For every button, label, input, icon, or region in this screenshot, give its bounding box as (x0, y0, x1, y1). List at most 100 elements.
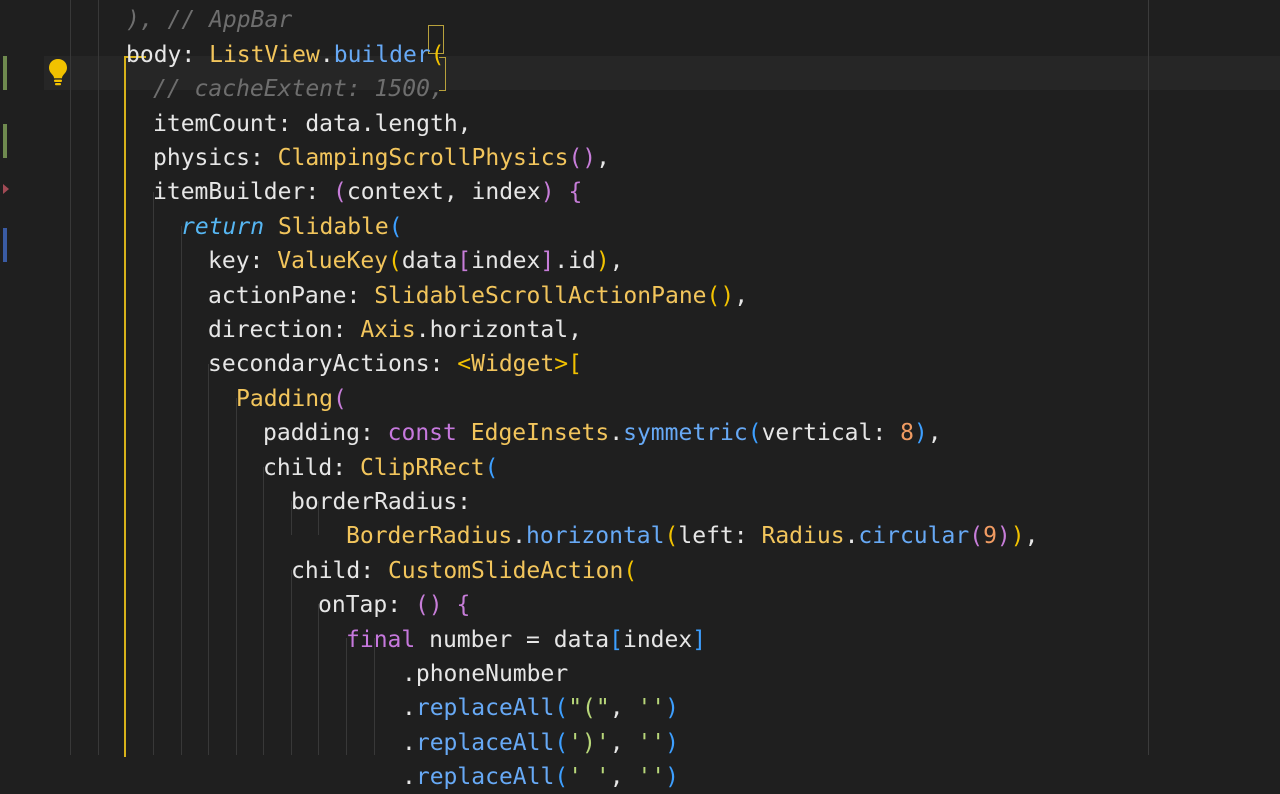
code-token: builder (333, 41, 431, 68)
git-added-marker[interactable] (3, 228, 7, 262)
code-token: symmetric (623, 420, 748, 447)
code-token: actionPane (208, 282, 347, 309)
code-line[interactable]: itemBuilder: (context, index) { (153, 175, 582, 209)
code-token: EdgeInsets (470, 420, 610, 447)
code-token: : (387, 592, 415, 619)
code-token: , (609, 729, 638, 756)
indent-guide (236, 398, 237, 755)
code-token: ( (430, 41, 445, 68)
code-token: ( (333, 179, 347, 206)
code-token: Widget (471, 351, 555, 378)
indent-guide (291, 570, 292, 755)
lightbulb-icon[interactable] (48, 58, 68, 86)
code-line[interactable]: key: ValueKey(data[index].id), (208, 244, 624, 278)
code-token: ] (540, 248, 555, 275)
code-line[interactable]: // cacheExtent: 1500, (153, 72, 444, 106)
code-line[interactable]: return Slidable( (181, 210, 403, 244)
indent-guide (70, 0, 71, 755)
indent-guide (318, 604, 319, 755)
code-token: borderRadius (291, 489, 458, 515)
code-token: ')' (568, 729, 610, 756)
code-token: ) (913, 420, 928, 447)
code-token: Slidable (277, 213, 389, 240)
code-token: : (277, 110, 306, 137)
code-token: Padding (236, 385, 333, 412)
git-modified-marker[interactable] (3, 56, 7, 90)
code-token: , (609, 695, 638, 722)
code-token: : (429, 351, 458, 378)
code-line[interactable]: Padding( (236, 382, 347, 416)
code-token: : (332, 317, 361, 343)
code-line[interactable]: .replaceAll(' ', '') (402, 760, 679, 794)
code-token: ( (554, 764, 569, 791)
code-line[interactable]: physics: ClampingScrollPhysics(), (153, 141, 610, 175)
git-deleted-marker[interactable] (3, 184, 9, 194)
code-token: vertical (761, 420, 873, 447)
code-token: horizontal (429, 317, 569, 343)
code-token: : (457, 489, 472, 515)
code-token: : (305, 179, 334, 206)
code-token: left (678, 523, 734, 550)
code-token: { (456, 592, 471, 619)
code-token: return (181, 213, 265, 240)
code-token: ValueKey (277, 248, 389, 275)
code-line[interactable]: .replaceAll("(", '') (402, 691, 679, 725)
code-token: horizontal (526, 523, 665, 550)
code-token: ( (484, 454, 499, 481)
code-token: physics (153, 145, 250, 171)
code-line[interactable]: final number = data[index] (346, 623, 706, 657)
code-line[interactable]: ), // AppBar (126, 3, 292, 37)
code-editor[interactable]: ), // AppBar body: ListView.builder( // ca… (0, 0, 1280, 790)
code-line[interactable]: padding: const EdgeInsets.symmetric(vert… (263, 416, 942, 450)
code-token: : (872, 420, 901, 447)
code-token: padding (263, 420, 360, 447)
code-token: // cacheExtent: 1500, (153, 76, 444, 103)
code-token: . (360, 110, 375, 137)
code-token: data (305, 110, 361, 137)
code-token: onTap (318, 592, 388, 619)
code-token: , (457, 110, 472, 137)
code-token: replaceAll (415, 764, 555, 791)
code-token: ( (388, 213, 403, 240)
code-token: . (402, 661, 416, 687)
code-token: '' (637, 695, 666, 722)
code-line[interactable]: body: ListView.builder( (126, 38, 445, 72)
code-token: . (512, 523, 527, 550)
code-token: . (402, 729, 416, 756)
code-line[interactable]: borderRadius: (291, 485, 471, 519)
editor-gutter (0, 0, 44, 755)
code-token: : (360, 557, 388, 584)
code-token: child (263, 454, 333, 481)
code-token: direction (208, 317, 333, 343)
code-line[interactable]: itemCount: data.length, (153, 107, 472, 141)
code-token: Radius (761, 523, 845, 550)
code-token: < (457, 351, 472, 378)
code-line[interactable]: .phoneNumber (402, 657, 568, 691)
code-token: : (346, 282, 375, 309)
code-token: BorderRadius (346, 523, 513, 550)
code-token: key (208, 248, 250, 275)
code-token: , (609, 764, 638, 791)
code-line[interactable]: child: ClipRRect( (263, 451, 498, 485)
code-token: ClampingScrollPhysics (277, 145, 569, 171)
code-token: ( (388, 248, 402, 275)
code-line[interactable]: direction: Axis.horizontal, (208, 313, 582, 347)
code-token: : (733, 523, 762, 550)
code-line[interactable]: child: CustomSlideAction( (291, 554, 637, 588)
code-line[interactable]: onTap: () { (318, 588, 470, 622)
indent-guide (181, 226, 182, 755)
code-line[interactable]: actionPane: SlidableScrollActionPane(), (208, 279, 748, 313)
code-token: ( (747, 420, 762, 447)
code-line[interactable]: secondaryActions: <Widget>[ (208, 347, 582, 381)
code-token: ( (664, 523, 679, 550)
code-line[interactable]: BorderRadius.horizontal(left: Radius.cir… (346, 519, 1039, 553)
code-token: index (471, 248, 541, 275)
git-modified-marker[interactable] (3, 124, 7, 158)
code-token: id (568, 248, 596, 275)
code-token: ) (595, 248, 610, 275)
code-token: itemBuilder (153, 179, 306, 206)
indent-guide (208, 364, 209, 755)
code-token: CustomSlideAction (387, 557, 624, 584)
